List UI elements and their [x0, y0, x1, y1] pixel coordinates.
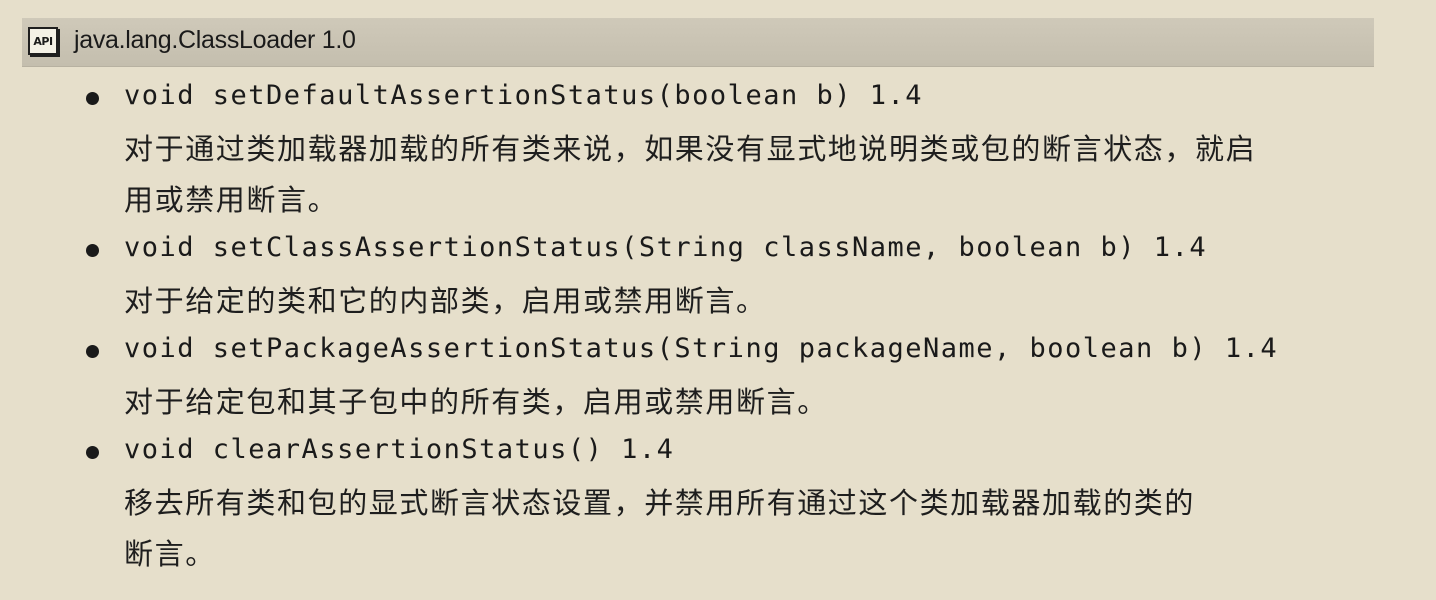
class-title: java.lang.ClassLoader 1.0: [74, 26, 356, 54]
description-line: 移去所有类和包的显式断言状态设置，并禁用所有通过这个类加载器加载的类的: [124, 486, 1196, 520]
method-description: 对于给定的类和它的内部类，启用或禁用断言。: [124, 276, 767, 327]
description-line: 对于给定包和其子包中的所有类，启用或禁用断言。: [124, 385, 828, 419]
api-header: API java.lang.ClassLoader 1.0: [22, 18, 1374, 67]
method-signature: void clearAssertionStatus() 1.4: [124, 434, 675, 465]
bullet-icon: [86, 244, 99, 257]
bullet-icon: [86, 446, 99, 459]
description-line: 用或禁用断言。: [124, 183, 339, 217]
method-signature: void setPackageAssertionStatus(String pa…: [124, 333, 1279, 364]
description-line: 对于给定的类和它的内部类，启用或禁用断言。: [124, 284, 767, 318]
method-description: 对于给定包和其子包中的所有类，启用或禁用断言。: [124, 377, 828, 428]
api-icon: API: [28, 27, 58, 55]
method-signature: void setClassAssertionStatus(String clas…: [124, 232, 1208, 263]
description-line: 对于通过类加载器加载的所有类来说，如果没有显式地说明类或包的断言状态，就启: [124, 132, 1257, 166]
bullet-icon: [86, 92, 99, 105]
method-description: 对于通过类加载器加载的所有类来说，如果没有显式地说明类或包的断言状态，就启 用或…: [124, 124, 1256, 226]
method-signature: void setDefaultAssertionStatus(boolean b…: [124, 80, 923, 111]
bullet-icon: [86, 345, 99, 358]
description-line: 断言。: [124, 537, 216, 571]
method-description: 移去所有类和包的显式断言状态设置，并禁用所有通过这个类加载器加载的类的 断言。: [124, 478, 1195, 580]
